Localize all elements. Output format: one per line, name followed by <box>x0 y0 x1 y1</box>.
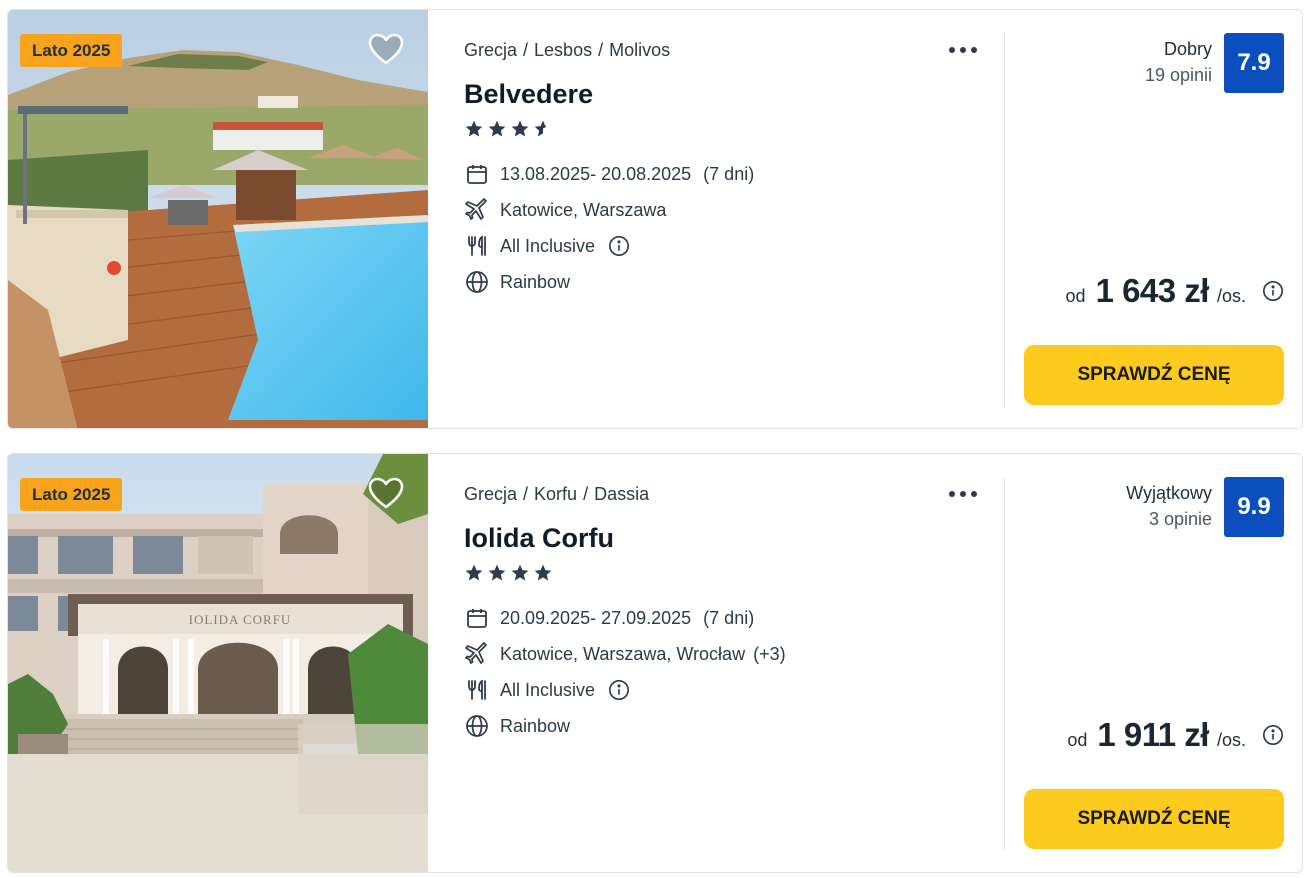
divider <box>1004 34 1005 406</box>
price-suffix: /os. <box>1216 730 1246 750</box>
globe-icon <box>464 713 490 739</box>
trip-duration: (7 dni) <box>703 607 755 628</box>
rating-summary: Dobry 19 opinii <box>1145 36 1212 88</box>
star-icon <box>534 564 552 581</box>
rating-score-badge: 9.9 <box>1224 477 1284 537</box>
star-icon <box>465 120 483 137</box>
check-price-button[interactable]: SPRAWDŹ CENĘ <box>1024 345 1284 405</box>
travel-dates: 20.09.2025- 27.09.2025 (7 dni) <box>464 605 754 631</box>
location-breadcrumb: Grecja / Lesbos / Molivos <box>464 40 670 61</box>
price-prefix: od <box>1065 286 1086 306</box>
hotel-photo[interactable]: Lato 2025 <box>8 10 428 428</box>
hotel-name[interactable]: Belvedere <box>464 79 593 110</box>
info-circle-icon[interactable] <box>607 234 631 258</box>
more-options-button[interactable] <box>946 40 980 60</box>
star-icon <box>511 120 529 137</box>
operator-name: Rainbow <box>500 271 571 292</box>
heart-outline-icon <box>368 33 404 65</box>
board-label: All Inclusive <box>500 679 596 700</box>
half-star-icon <box>534 120 547 137</box>
cutlery-icon <box>464 677 490 703</box>
plane-icon <box>464 197 490 223</box>
offer-card[interactable]: Lato 2025 Grecja / Lesbos / Molivos Belveder… <box>7 9 1303 429</box>
star-icon <box>488 564 506 581</box>
check-price-button[interactable]: SPRAWDŹ CENĘ <box>1024 789 1284 849</box>
rating-label: Dobry <box>1163 39 1212 59</box>
hotel-stars <box>464 119 553 139</box>
breadcrumb-region[interactable]: Lesbos <box>534 40 592 60</box>
breadcrumb-country[interactable]: Grecja <box>464 484 517 504</box>
operator-name: Rainbow <box>500 715 571 736</box>
price-value: 1 643 zł <box>1095 272 1210 309</box>
favorite-button[interactable] <box>368 32 404 66</box>
departure-airports: Katowice, Warszawa, Wrocław (+3) <box>464 641 786 667</box>
rating-score-badge: 7.9 <box>1224 33 1284 93</box>
breadcrumb-country[interactable]: Grecja <box>464 40 517 60</box>
breadcrumb-city[interactable]: Molivos <box>609 40 670 60</box>
offer-info: Grecja / Korfu / Dassia Iolida Corfu 20.09.2… <box>464 454 1004 872</box>
more-departures-link[interactable]: (+3) <box>753 644 786 665</box>
hotel-sign: IOLIDA CORFU <box>189 612 292 627</box>
globe-icon <box>464 269 490 295</box>
breadcrumb-separator: / <box>523 484 529 504</box>
price: od 1 911 zł /os. <box>1067 716 1284 754</box>
tour-operator: Rainbow <box>464 269 570 295</box>
breadcrumb-city[interactable]: Dassia <box>594 484 649 504</box>
departure-cities: Katowice, Warszawa, Wrocław <box>500 643 746 664</box>
hotel-photo-image <box>8 10 428 428</box>
season-badge: Lato 2025 <box>20 478 123 511</box>
offer-info: Grecja / Lesbos / Molivos Belvedere 13.08.20… <box>464 10 1004 428</box>
divider <box>1004 478 1005 850</box>
plane-icon <box>464 641 490 667</box>
date-range: 20.09.2025- 27.09.2025 <box>500 607 692 628</box>
rating-label: Wyjątkowy <box>1126 483 1212 503</box>
location-breadcrumb: Grecja / Korfu / Dassia <box>464 484 649 505</box>
breadcrumb-separator: / <box>583 484 589 504</box>
season-badge: Lato 2025 <box>20 34 123 67</box>
calendar-icon <box>464 161 490 187</box>
board-label: All Inclusive <box>500 235 596 256</box>
info-circle-icon[interactable] <box>1262 280 1284 302</box>
hotel-photo[interactable]: IOLIDA CORFU Lato 2025 <box>8 454 428 872</box>
hotel-name[interactable]: Iolida Corfu <box>464 523 614 554</box>
reviews-count-link[interactable]: 19 opinii <box>1145 62 1212 88</box>
board-type: All Inclusive <box>464 677 631 703</box>
price-section: Wyjątkowy 3 opinie 9.9 od 1 911 zł /os. … <box>1024 454 1294 872</box>
trip-duration: (7 dni) <box>703 163 755 184</box>
board-type: All Inclusive <box>464 233 631 259</box>
price-value: 1 911 zł <box>1097 716 1209 753</box>
cutlery-icon <box>464 233 490 259</box>
more-options-button[interactable] <box>946 484 980 504</box>
date-range: 13.08.2025- 20.08.2025 <box>500 163 692 184</box>
heart-outline-icon <box>368 477 404 509</box>
departure-cities: Katowice, Warszawa <box>500 199 667 220</box>
more-dots-icon <box>949 491 977 497</box>
reviews-count-link[interactable]: 3 opinie <box>1126 506 1212 532</box>
offer-card[interactable]: IOLIDA CORFU Lato 2025 Grecja / Korfu / … <box>7 453 1303 873</box>
breadcrumb-region[interactable]: Korfu <box>534 484 577 504</box>
tour-operator: Rainbow <box>464 713 570 739</box>
favorite-button[interactable] <box>368 476 404 510</box>
star-icon <box>488 120 506 137</box>
info-circle-icon[interactable] <box>1262 724 1284 746</box>
star-icon <box>465 564 483 581</box>
breadcrumb-separator: / <box>598 40 604 60</box>
price-section: Dobry 19 opinii 7.9 od 1 643 zł /os. SPR… <box>1024 10 1294 428</box>
info-circle-icon[interactable] <box>607 678 631 702</box>
travel-dates: 13.08.2025- 20.08.2025 (7 dni) <box>464 161 754 187</box>
hotel-photo-image: IOLIDA CORFU <box>8 454 428 872</box>
calendar-icon <box>464 605 490 631</box>
more-dots-icon <box>949 47 977 53</box>
star-icon <box>511 564 529 581</box>
hotel-stars <box>464 563 553 583</box>
price-suffix: /os. <box>1216 286 1246 306</box>
rating-summary: Wyjątkowy 3 opinie <box>1126 480 1212 532</box>
price: od 1 643 zł /os. <box>1066 272 1284 310</box>
departure-airports: Katowice, Warszawa <box>464 197 666 223</box>
price-prefix: od <box>1067 730 1088 750</box>
breadcrumb-separator: / <box>523 40 529 60</box>
